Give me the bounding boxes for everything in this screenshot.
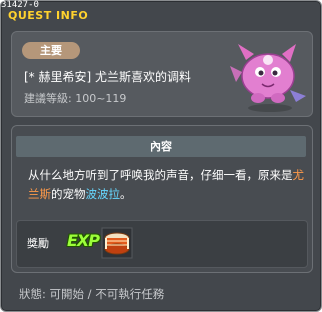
quest-description: 从什么地方听到了呼唤我的声音，仔细一看，原来是尤兰斯的宠物波波拉。 (28, 166, 304, 204)
desc-text-3: 。 (120, 187, 132, 201)
quest-content-panel: 內容 从什么地方听到了呼唤我的声音，仔细一看，原来是尤兰斯的宠物波波拉。 獎勵 … (11, 125, 313, 273)
quest-recommended-level: 建議等級: 100~119 (24, 92, 127, 105)
quest-summary-panel: 主要 [* 赫里希安] 尤兰斯喜欢的调料 建議等級: 100~119 (11, 31, 313, 117)
desc-pet-name: 波波拉 (85, 187, 121, 201)
quest-type-badge: 主要 (22, 42, 80, 59)
quest-info-window: 31427-0 QUEST INFO 主要 [* 赫里希安] 尤兰斯喜欢的调料 … (0, 0, 322, 312)
quest-status: 狀態: 可開始 / 不可執行任務 (19, 287, 165, 301)
desc-text-1: 从什么地方听到了呼唤我的声音，仔细一看，原来是 (28, 168, 293, 182)
quest-name: [* 赫里希安] 尤兰斯喜欢的调料 (24, 70, 191, 84)
exp-reward-icon[interactable]: EXP (67, 231, 100, 250)
content-header: 內容 (16, 136, 306, 157)
monster-portrait-icon (230, 44, 306, 112)
bread-drum-item-icon[interactable] (101, 227, 133, 259)
reward-label: 獎勵 (27, 237, 49, 250)
reward-box: 獎勵 EXP (16, 220, 308, 268)
desc-text-2: 的宠物 (51, 187, 86, 201)
window-title: QUEST INFO (8, 9, 89, 22)
